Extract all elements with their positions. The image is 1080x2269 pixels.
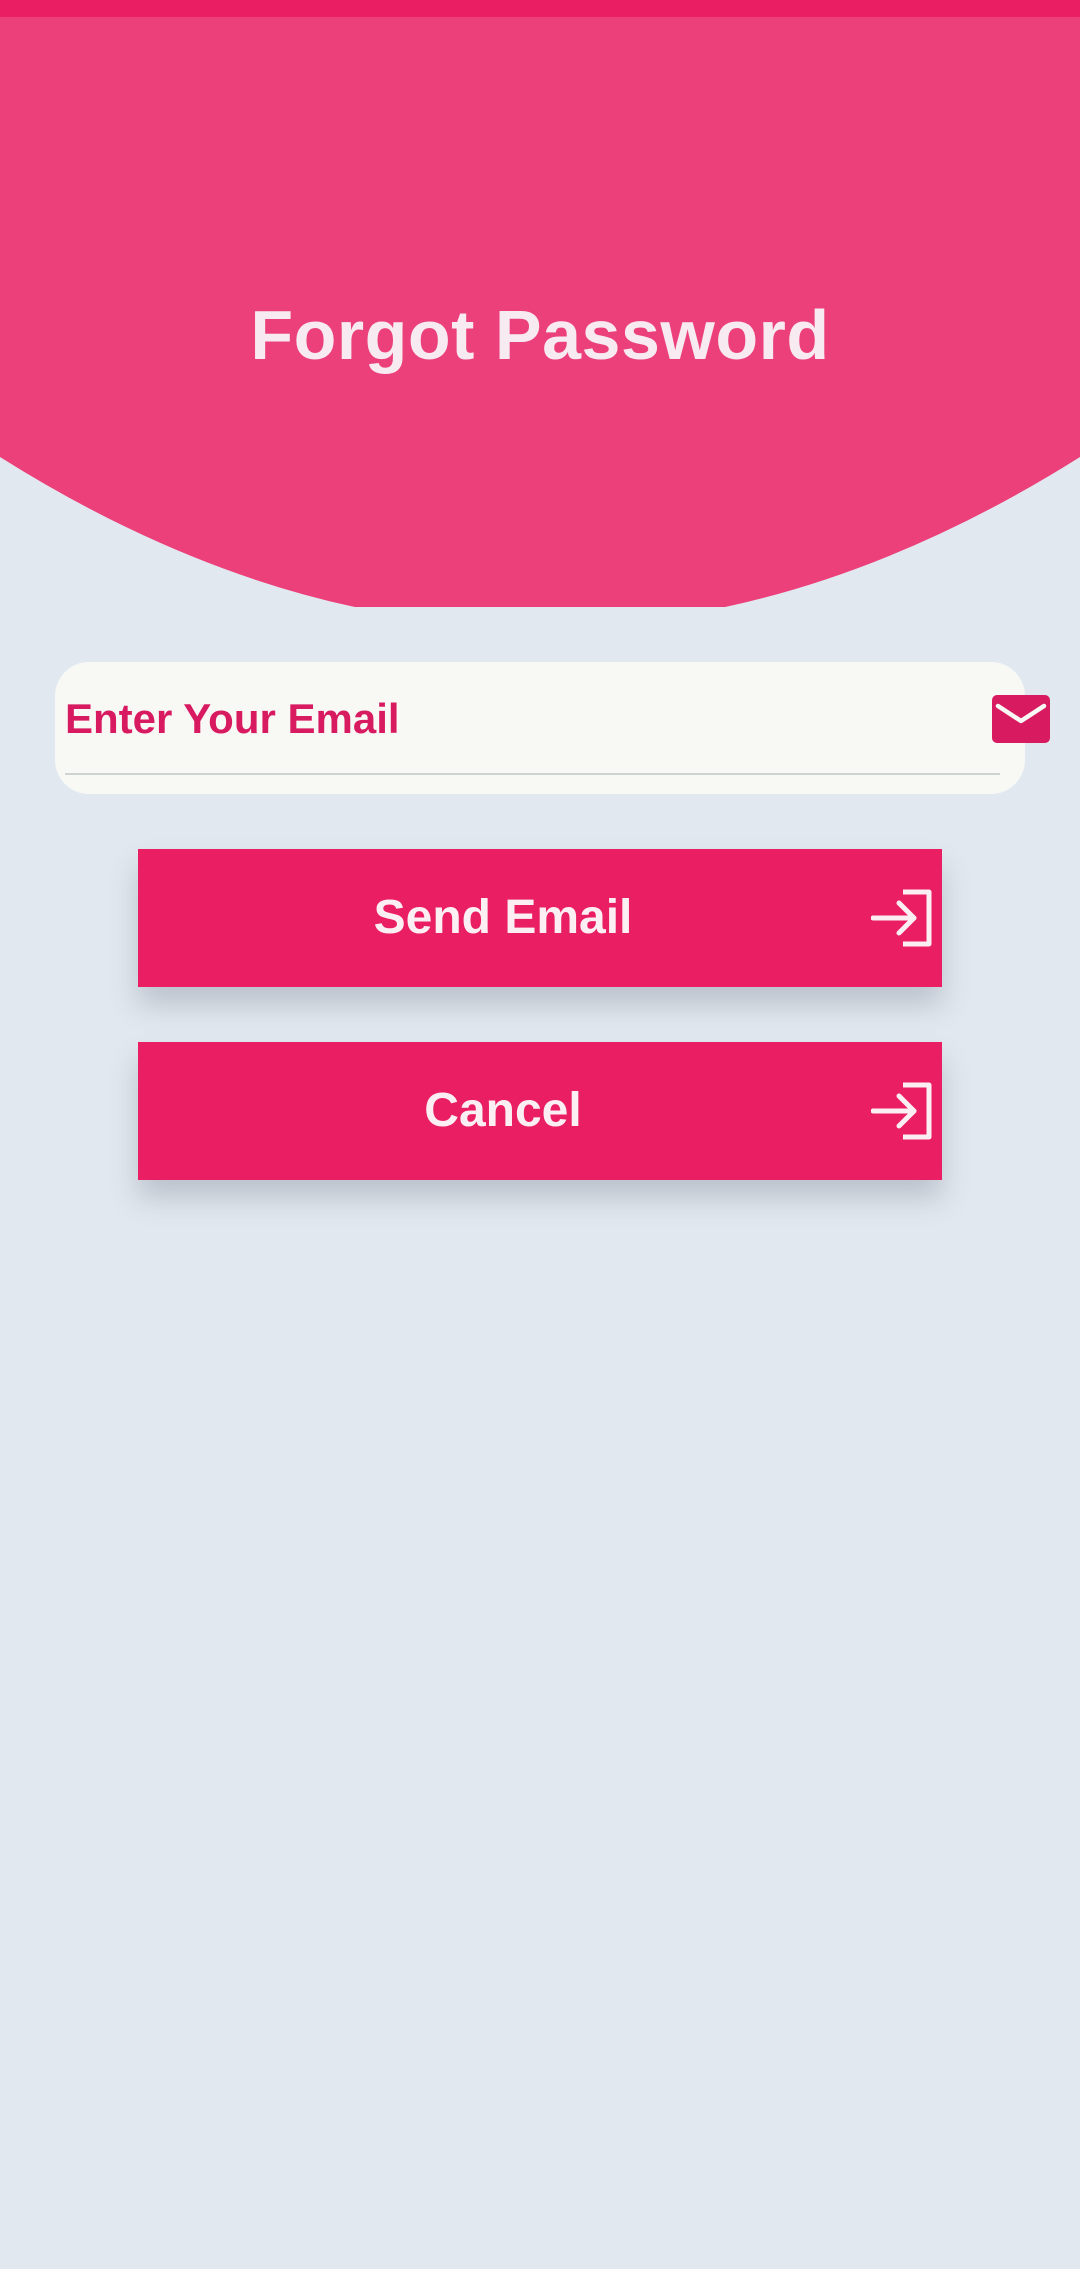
- login-arrow-icon: [871, 1082, 932, 1140]
- send-email-button[interactable]: Send Email: [138, 849, 942, 987]
- send-email-button-label: Send Email: [373, 891, 633, 944]
- email-field-card: [55, 662, 1050, 794]
- cancel-button-label: Cancel: [424, 1084, 582, 1137]
- cancel-button[interactable]: Cancel: [138, 1042, 942, 1180]
- mail-icon: [992, 695, 1050, 743]
- status-strip: [0, 0, 1080, 17]
- email-input[interactable]: [65, 684, 965, 754]
- login-arrow-icon: [871, 889, 932, 947]
- page-title: Forgot Password: [250, 296, 830, 374]
- email-underline: [65, 773, 1000, 775]
